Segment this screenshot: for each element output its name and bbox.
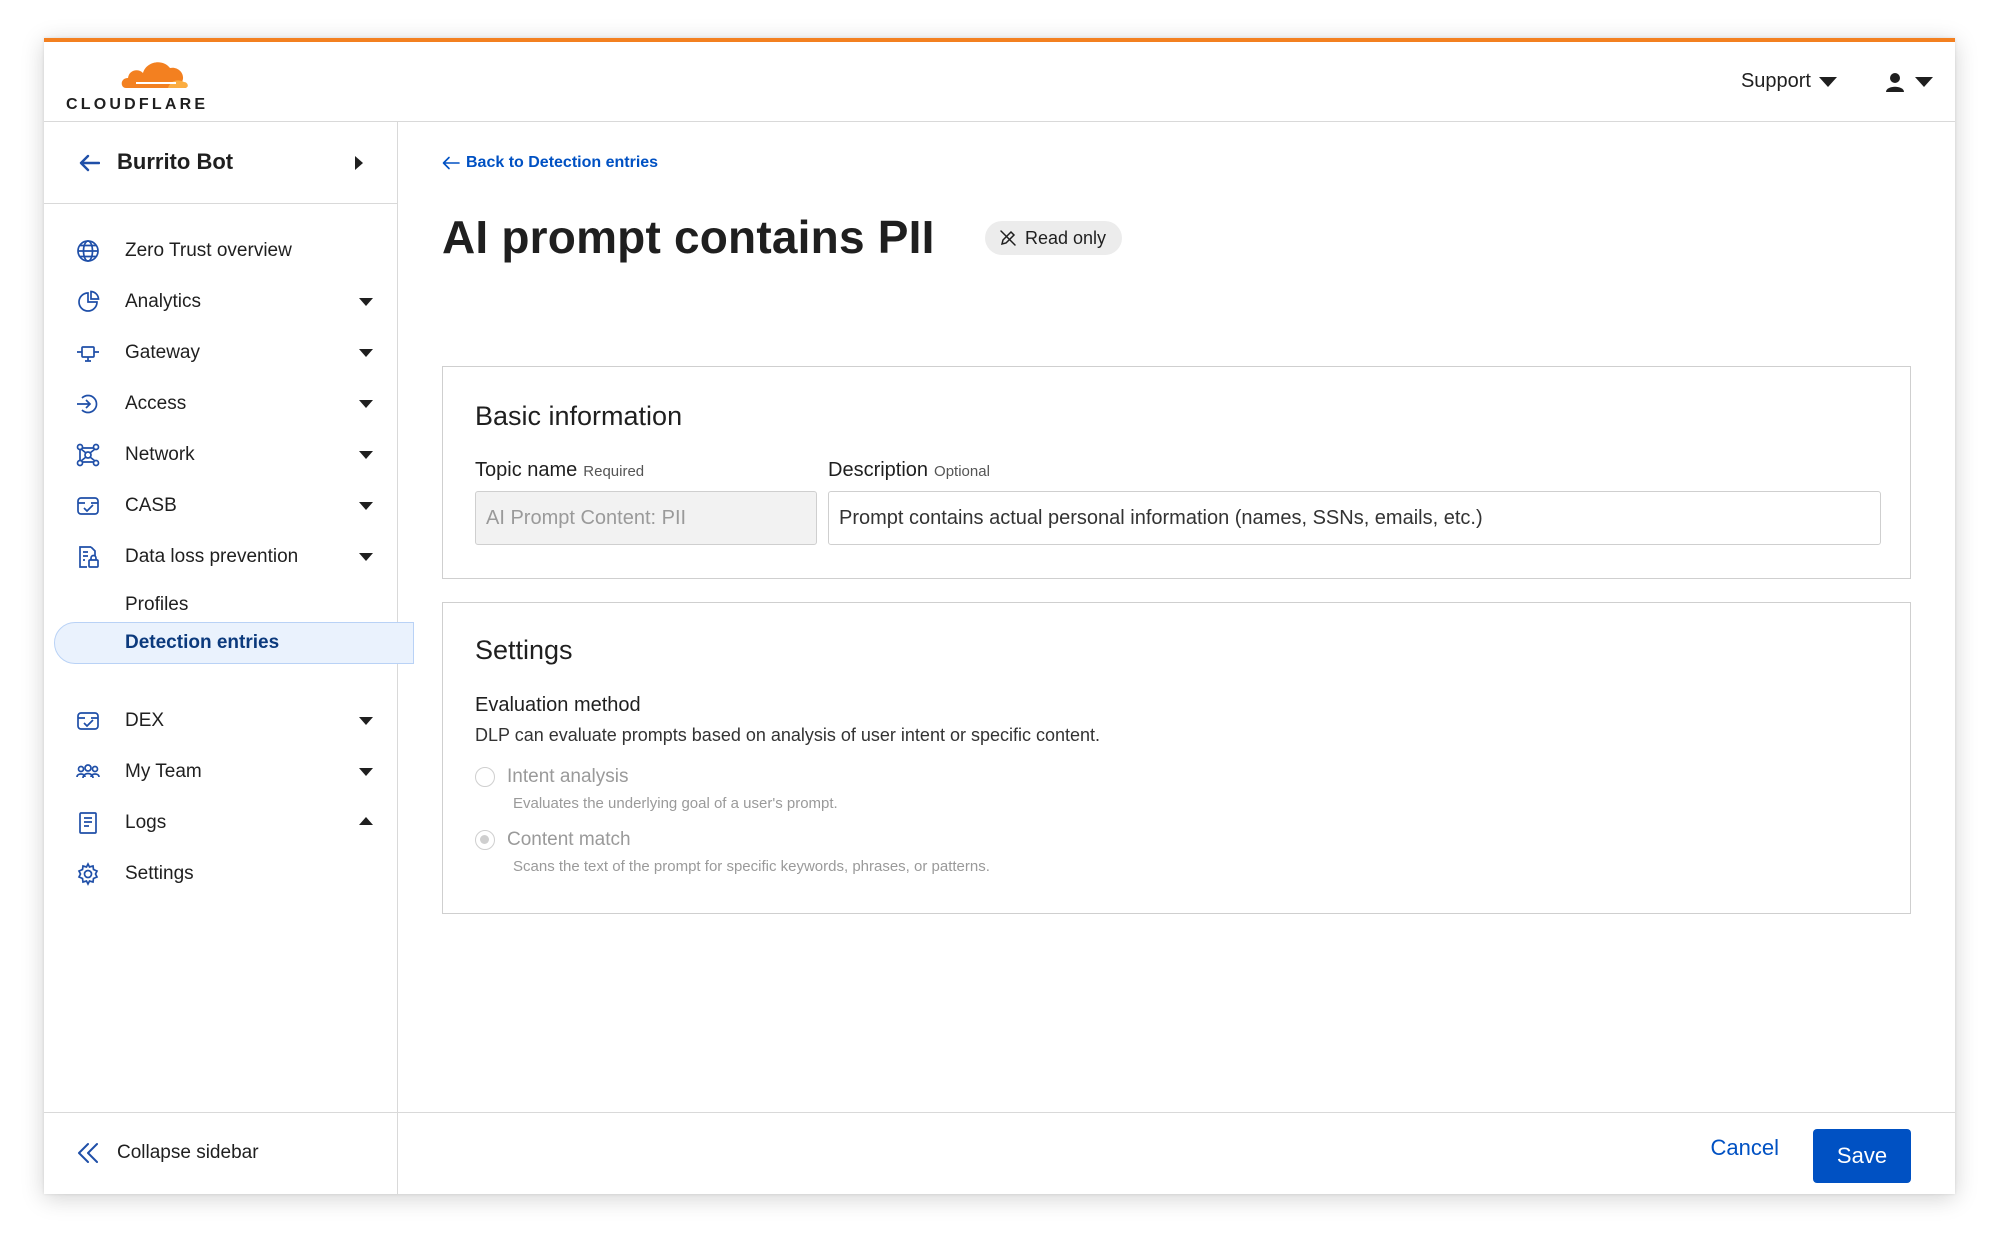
sidebar-item-data-loss-prevention[interactable]: Data loss prevention — [44, 532, 397, 582]
app-window: CLOUDFLARE Support Burrito Bot Zero Trus… — [44, 38, 1955, 1194]
team-icon — [76, 764, 100, 779]
chevron-up-icon — [359, 817, 373, 825]
back-to-detection-entries-link[interactable]: Back to Detection entries — [442, 154, 658, 172]
evaluation-method-label: Evaluation method — [475, 694, 641, 716]
content-match-option[interactable]: Content match — [475, 829, 631, 851]
account-name: Burrito Bot — [117, 149, 234, 174]
basic-information-card: Basic information Topic name Required AI … — [442, 366, 1911, 579]
sidebar-item-label: My Team — [125, 761, 202, 782]
chevron-down-icon — [359, 553, 373, 561]
chevron-down-icon — [1819, 76, 1837, 87]
chevron-down-icon — [359, 349, 373, 357]
optional-hint: Optional — [934, 463, 990, 480]
sidebar-item-dex[interactable]: DEX — [44, 696, 397, 746]
description-label: Description Optional — [828, 459, 990, 482]
content-match-description: Scans the text of the prompt for specifi… — [513, 858, 990, 875]
topic-name-label: Topic name Required — [475, 459, 644, 482]
sidebar-item-label: Zero Trust overview — [125, 240, 292, 261]
sidebar-item-zero-trust-overview[interactable]: Zero Trust overview — [44, 226, 397, 276]
arrow-left-icon — [442, 156, 460, 170]
content-match-label: Content match — [507, 829, 631, 850]
radio-button-checked[interactable] — [475, 830, 495, 850]
support-label: Support — [1740, 70, 1811, 92]
chevron-down-icon — [359, 298, 373, 306]
topic-name-label-text: Topic name — [475, 459, 578, 481]
network-icon — [76, 443, 100, 467]
cloud-logo-icon — [121, 62, 188, 88]
intent-analysis-description: Evaluates the underlying goal of a user'… — [513, 795, 838, 812]
account-switcher[interactable]: Burrito Bot — [44, 122, 397, 204]
support-menu[interactable]: Support — [1741, 70, 1837, 93]
settings-heading: Settings — [475, 635, 573, 665]
sidebar-item-label: Analytics — [125, 291, 202, 312]
description-label-text: Description — [828, 459, 929, 481]
arrow-left-icon[interactable] — [78, 154, 100, 172]
save-button[interactable]: Save — [1813, 1129, 1911, 1183]
chevron-down-icon — [359, 717, 373, 725]
sidebar-item-my-team[interactable]: My Team — [44, 747, 397, 797]
dex-icon — [77, 712, 99, 730]
topic-name-field[interactable]: AI Prompt Content: PII — [475, 491, 817, 545]
sidebar-item-label: CASB — [125, 495, 177, 516]
required-hint: Required — [583, 463, 645, 480]
user-icon — [1886, 73, 1904, 92]
chevron-right-icon[interactable] — [355, 156, 363, 170]
chevron-down-icon — [359, 400, 373, 408]
sidebar-item-label: Network — [125, 444, 195, 465]
sidebar-item-label: Data loss prevention — [125, 546, 299, 567]
main-content: Back to Detection entries AI prompt cont… — [398, 122, 1955, 1194]
sidebar-item-label: Settings — [125, 863, 194, 884]
evaluation-method-description: DLP can evaluate prompts based on analys… — [475, 725, 1101, 745]
gateway-icon — [77, 346, 99, 362]
sidebar-item-label: Gateway — [125, 342, 200, 363]
dlp-icon — [79, 546, 99, 568]
sidebar-item-casb[interactable]: CASB — [44, 481, 397, 531]
intent-analysis-option[interactable]: Intent analysis — [475, 766, 628, 788]
sidebar-item-settings[interactable]: Settings — [44, 849, 397, 899]
radio-button[interactable] — [475, 767, 495, 787]
double-chevron-left-icon — [78, 1143, 98, 1163]
sidebar: Burrito Bot Zero Trust overview Analytic… — [44, 122, 414, 1194]
sidebar-item-network[interactable]: Network — [44, 430, 397, 480]
cancel-button[interactable]: Cancel — [1711, 1135, 1779, 1161]
casb-icon — [77, 497, 99, 515]
sidebar-item-logs[interactable]: Logs — [44, 798, 397, 848]
logs-icon — [79, 812, 97, 834]
collapse-sidebar-button[interactable]: Collapse sidebar — [44, 1112, 397, 1194]
form-footer: Cancel Save — [398, 1112, 1955, 1194]
basic-information-heading: Basic information — [475, 401, 683, 431]
chevron-down-icon — [359, 451, 373, 459]
sidebar-item-label: Access — [125, 393, 187, 414]
brand-wordmark: CLOUDFLARE — [66, 96, 209, 113]
access-icon — [77, 394, 98, 414]
collapse-sidebar-label: Collapse sidebar — [117, 1142, 259, 1163]
settings-card: Settings Evaluation method DLP can evalu… — [442, 602, 1911, 914]
cloudflare-logo[interactable]: CLOUDFLARE — [66, 56, 216, 116]
sidebar-subitem-label: Detection entries — [125, 632, 280, 653]
top-bar: CLOUDFLARE Support — [44, 38, 1955, 122]
intent-analysis-label: Intent analysis — [507, 766, 629, 787]
sidebar-item-analytics[interactable]: Analytics — [44, 277, 397, 327]
sidebar-item-gateway[interactable]: Gateway — [44, 328, 397, 378]
description-field[interactable]: Prompt contains actual personal informat… — [828, 491, 1881, 545]
globe-icon — [77, 240, 99, 262]
back-link-label: Back to Detection entries — [466, 154, 659, 171]
chevron-down-icon — [359, 768, 373, 776]
gear-icon — [77, 862, 99, 886]
pencil-off-icon — [1000, 230, 1016, 246]
read-only-badge: Read only — [985, 221, 1123, 255]
sidebar-subitem-profiles[interactable]: Profiles — [125, 594, 188, 616]
sidebar-item-access[interactable]: Access — [44, 379, 397, 429]
badge-label: Read only — [1025, 227, 1107, 248]
chevron-down-icon — [359, 502, 373, 510]
page-title: AI prompt contains PII — [442, 211, 935, 263]
sidebar-item-label: DEX — [125, 710, 165, 731]
chevron-down-icon — [1915, 77, 1933, 87]
user-menu[interactable] — [1885, 72, 1933, 92]
chart-pie-icon — [78, 290, 100, 312]
sidebar-subitem-detection-entries[interactable]: Detection entries — [54, 622, 414, 664]
sidebar-item-label: Logs — [125, 812, 167, 833]
